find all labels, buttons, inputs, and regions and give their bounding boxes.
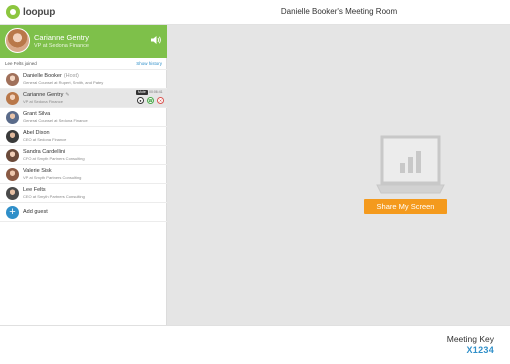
participant-name: Sandra Cardellini xyxy=(23,149,66,155)
participant-subtitle: CFO at Smyth Partners Consulting xyxy=(23,156,85,161)
participant-row-selected[interactable]: Carianne Gentry ✎ VP at Sedona Finance Mu… xyxy=(0,89,167,108)
speaker-volume-icon xyxy=(151,36,161,44)
participant-name: Valerie Sisk xyxy=(23,168,52,174)
meeting-room-title: Danielle Booker's Meeting Room xyxy=(280,7,398,16)
plus-icon: + xyxy=(6,206,19,219)
active-speaker-panel: Carianne Gentry VP at Sedona Finance xyxy=(0,25,167,58)
participant-avatar xyxy=(6,130,19,143)
meeting-key-value: X1234 xyxy=(466,345,494,355)
participant-avatar xyxy=(6,168,19,181)
call-duration: 00:06:41 xyxy=(149,90,163,94)
active-speaker-avatar xyxy=(5,28,30,53)
participant-row[interactable]: Grant Silva General Counsel at Sedona Fi… xyxy=(0,108,167,127)
participant-row[interactable]: Valerie Sisk VP at Smyth Partners Consul… xyxy=(0,165,167,184)
participant-name: Abel Dixon xyxy=(23,130,50,136)
logo-text: loopup xyxy=(23,6,56,18)
logo-mark-icon xyxy=(6,5,20,19)
mute-tooltip: Mute xyxy=(136,90,148,95)
hang-up-icon[interactable]: ✕ xyxy=(157,97,164,104)
participant-row[interactable]: Sandra Cardellini CFO at Smyth Partners … xyxy=(0,146,167,165)
participant-avatar xyxy=(6,92,19,105)
screen-share-area: Share My Screen xyxy=(167,25,510,325)
participant-row[interactable]: Danielle Booker (Host) General Counsel at… xyxy=(0,70,167,89)
participant-row[interactable]: Lee Felts CEO at Smyth Partners Consulti… xyxy=(0,184,167,203)
participant-subtitle: General Counsel at Sedona Finance xyxy=(23,118,88,123)
add-guest-button[interactable]: + Add guest xyxy=(0,203,167,222)
screen-share-icon xyxy=(376,135,445,194)
participant-subtitle: CEO at Sedona Finance xyxy=(23,137,67,142)
top-bar: loopup Danielle Booker's Meeting Room xyxy=(0,0,510,25)
activity-row: Lee Felts joined Show history xyxy=(0,58,167,70)
participant-avatar xyxy=(6,73,19,86)
loopup-logo: loopup xyxy=(6,5,55,19)
participant-name: Lee Felts xyxy=(23,187,46,193)
show-history-link[interactable]: Show history xyxy=(136,61,162,66)
participant-name: Grant Silva xyxy=(23,111,51,117)
phone-icon[interactable]: ☎ xyxy=(147,97,154,104)
participant-avatar xyxy=(6,187,19,200)
participants-sidebar: Carianne Gentry VP at Sedona Finance Lee… xyxy=(0,25,167,325)
bottom-bar: Meeting Key X1234 xyxy=(0,325,510,364)
participant-subtitle: VP at Sedona Finance xyxy=(23,99,63,104)
participant-name: Danielle Booker (Host) xyxy=(23,73,79,79)
participant-subtitle: General Counsel at Rupert, Smith, and Pa… xyxy=(23,80,104,85)
participant-name: Carianne Gentry ✎ xyxy=(23,92,70,98)
joined-notification: Lee Felts joined xyxy=(5,61,37,66)
microphone-icon[interactable]: ● xyxy=(137,97,144,104)
share-my-screen-button[interactable]: Share My Screen xyxy=(364,199,447,214)
participant-row[interactable]: Abel Dixon CEO at Sedona Finance xyxy=(0,127,167,146)
participant-subtitle: CEO at Smyth Partners Consulting xyxy=(23,194,85,199)
participant-avatar xyxy=(6,111,19,124)
host-tag: (Host) xyxy=(63,73,79,79)
edit-pencil-icon[interactable]: ✎ xyxy=(65,92,69,98)
participant-subtitle: VP at Smyth Partners Consulting xyxy=(23,175,82,180)
participant-controls: Mute 00:06:41 ● ☎ ✕ xyxy=(136,90,166,107)
participant-list: Danielle Booker (Host) General Counsel at… xyxy=(0,70,167,222)
participant-avatar xyxy=(6,149,19,162)
active-speaker-role: VP at Sedona Finance xyxy=(34,43,89,49)
active-speaker-name: Carianne Gentry xyxy=(34,33,90,42)
meeting-key-label: Meeting Key xyxy=(446,334,494,344)
add-guest-label: Add guest xyxy=(23,209,48,215)
